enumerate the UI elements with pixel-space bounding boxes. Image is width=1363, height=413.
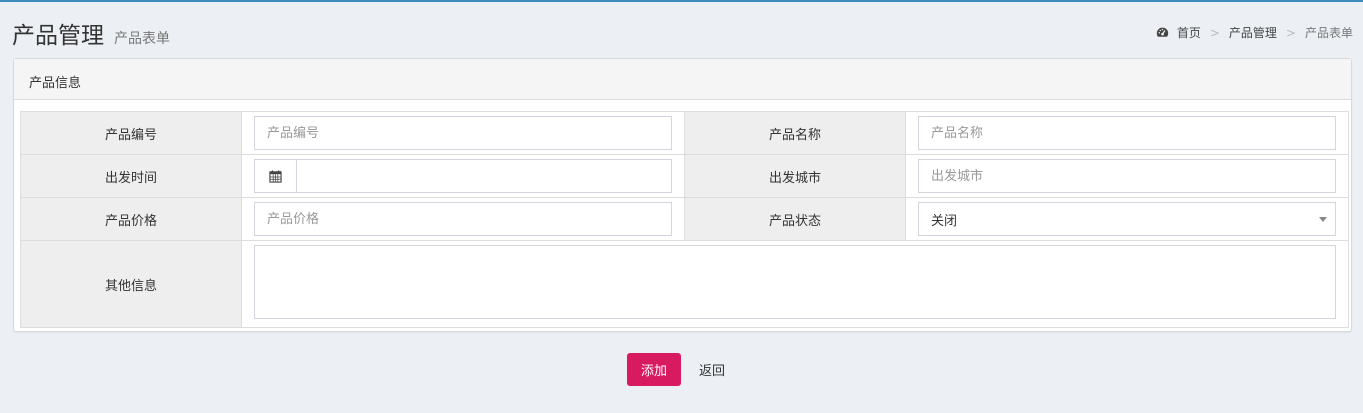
page-title: 产品管理 (12, 23, 104, 49)
depart-city-label: 出发城市 (684, 154, 906, 198)
chevron-down-icon (1319, 217, 1327, 222)
breadcrumb-product-management-link[interactable]: 产品管理 (1229, 24, 1277, 41)
dashboard-icon (1156, 27, 1169, 37)
product-info-panel: 产品信息 产品编号 产品名称 出发时间 (13, 58, 1352, 332)
product-code-label: 产品编号 (20, 111, 242, 155)
page-header: 产品管理 产品表单 (12, 16, 170, 49)
back-button[interactable]: 返回 (687, 353, 737, 386)
form-row: 产品价格 产品状态 关闭 (20, 197, 1349, 241)
depart-time-label: 出发时间 (20, 154, 242, 198)
form-row: 其他信息 (20, 240, 1349, 328)
top-accent-bar (0, 0, 1363, 2)
breadcrumb-home-link[interactable]: 首页 (1177, 24, 1201, 41)
breadcrumb-separator: > (1285, 25, 1296, 40)
breadcrumb: 首页 > 产品管理 > 产品表单 (1156, 24, 1353, 41)
product-name-label: 产品名称 (684, 111, 906, 155)
depart-time-group (254, 159, 672, 193)
add-button[interactable]: 添加 (627, 353, 681, 386)
form-row: 出发时间 出发城市 (20, 154, 1349, 198)
panel-title: 产品信息 (14, 59, 1351, 100)
calendar-icon (269, 169, 282, 183)
breadcrumb-separator: > (1209, 25, 1220, 40)
product-name-input[interactable] (918, 116, 1336, 150)
depart-city-input[interactable] (918, 159, 1336, 193)
depart-time-input[interactable] (296, 159, 672, 193)
other-info-label: 其他信息 (20, 240, 242, 328)
product-form-table: 产品编号 产品名称 出发时间 (20, 111, 1349, 328)
product-status-select[interactable]: 关闭 (918, 202, 1336, 236)
product-status-label: 产品状态 (684, 197, 906, 241)
product-code-input[interactable] (254, 116, 672, 150)
product-price-label: 产品价格 (20, 197, 242, 241)
form-row: 产品编号 产品名称 (20, 111, 1349, 155)
page-subtitle: 产品表单 (114, 31, 170, 47)
calendar-addon[interactable] (254, 159, 296, 193)
other-info-textarea[interactable] (254, 245, 1336, 319)
product-status-selected[interactable]: 关闭 (918, 202, 1336, 236)
product-price-input[interactable] (254, 202, 672, 236)
breadcrumb-current: 产品表单 (1304, 26, 1353, 40)
